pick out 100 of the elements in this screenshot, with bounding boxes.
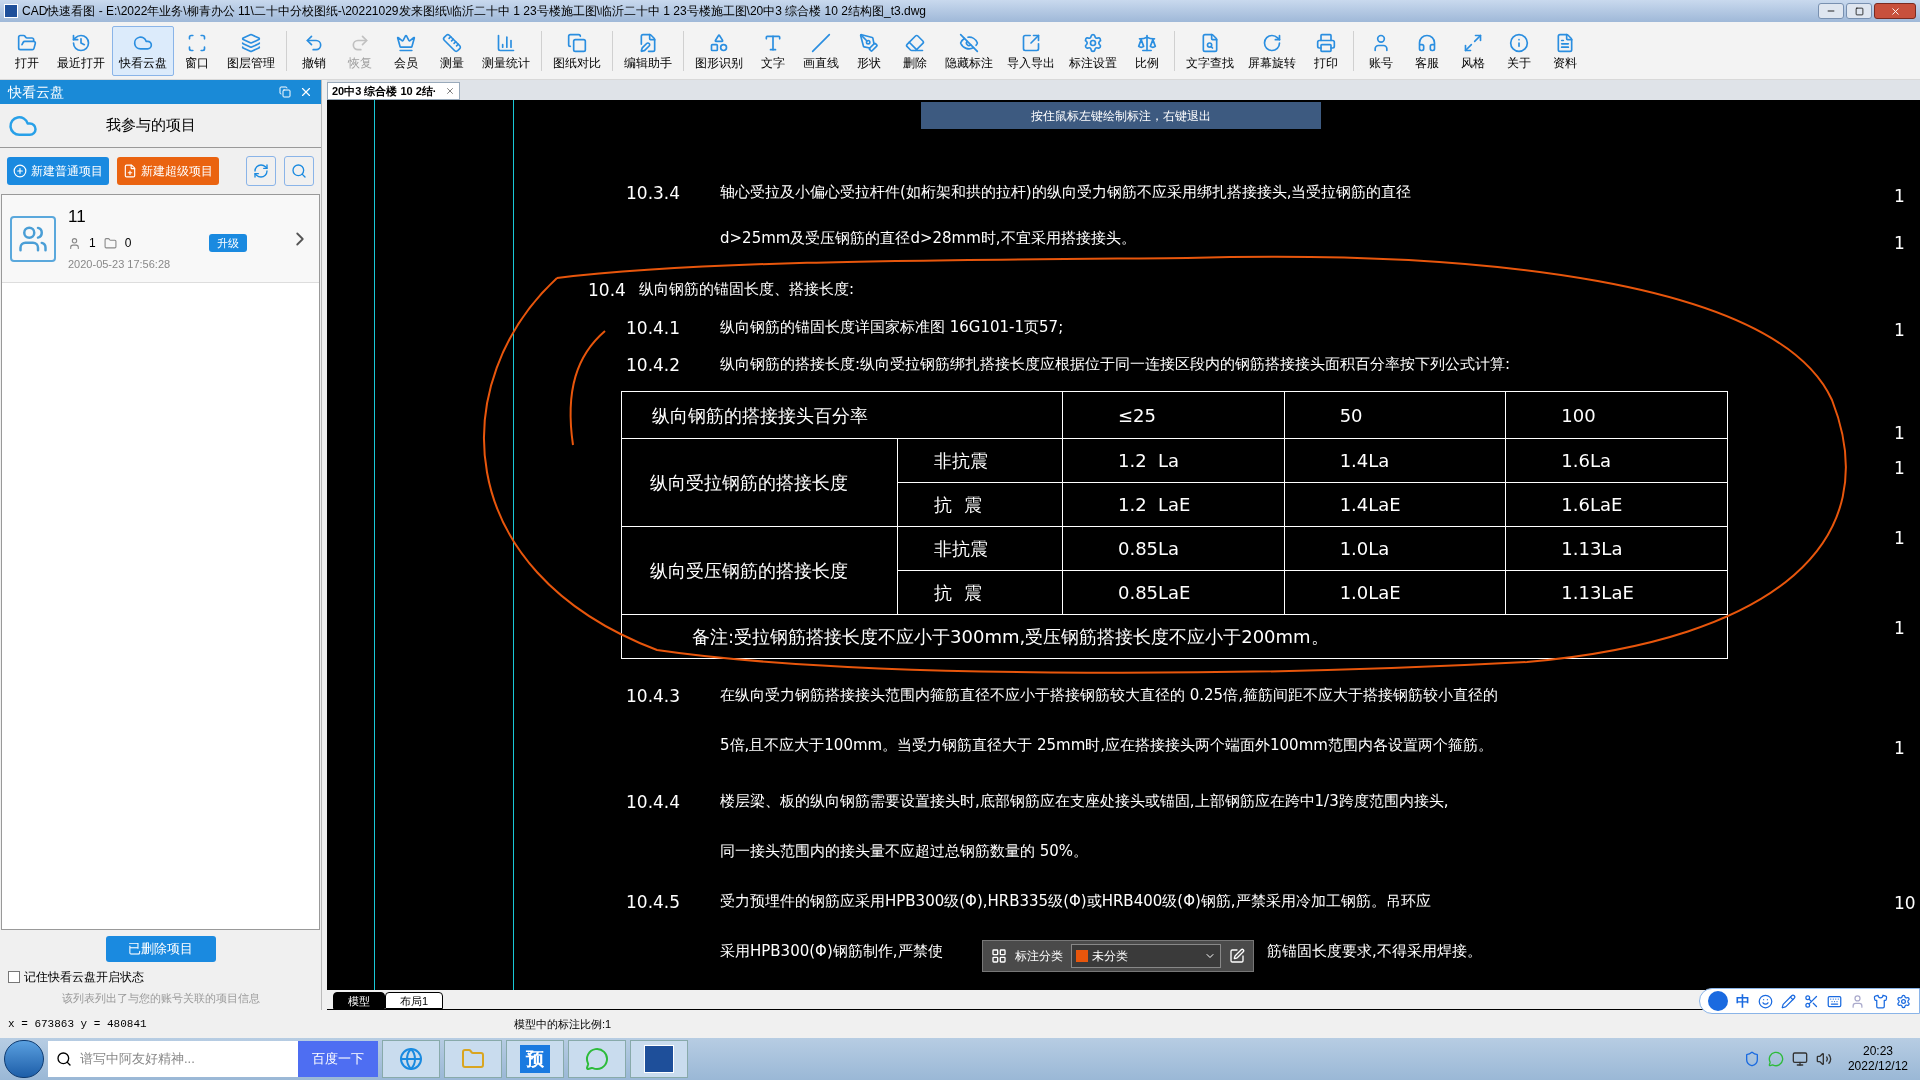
grid-icon[interactable] [991,948,1007,964]
search-submit-button[interactable]: 百度一下 [298,1041,378,1077]
keyboard-icon[interactable] [1827,993,1842,1009]
search-button[interactable] [284,156,314,186]
emoji-icon[interactable] [1758,993,1773,1009]
table-cell: 1.0La [1284,526,1506,571]
toolbar-button[interactable]: 形状 [846,25,892,76]
layout-tab[interactable]: 布局1 [385,992,444,1009]
eraser-icon [905,32,925,53]
info-icon [1509,32,1529,53]
clipped-text: 1 [1894,188,1905,205]
clause-text: 纵向钢筋的搭接长度:纵向受拉钢筋绑扎搭接长度应根据位于同一连接区段内的钢筋搭接接头面积百分率按下列公式计算: [720,357,1511,372]
sync-button[interactable] [246,156,276,186]
scale-icon [1137,32,1157,53]
toolbar-button[interactable]: 快看云盘 [112,25,174,76]
document-tab[interactable]: 20中3 综合楼 10 2结· [327,82,460,100]
toolbar-button[interactable]: 删除 [892,25,938,76]
member-count: 1 [89,235,96,252]
network-icon[interactable] [1791,1051,1808,1067]
browser-app-icon[interactable] [382,1040,440,1078]
toolbar-button[interactable]: 撤销 [291,25,337,76]
toolbar-button[interactable]: 导入导出 [1000,25,1062,76]
line-icon [811,32,831,53]
clipped-text: 1 [1894,740,1905,757]
deleted-projects-button[interactable]: 已删除项目 [105,935,216,962]
sync-icon [253,163,269,179]
rotate-icon [1262,32,1282,53]
toolbar-button[interactable]: 打印 [1303,25,1349,76]
toolbar-button[interactable]: 图层管理 [220,25,282,76]
close-button[interactable] [1874,3,1916,19]
ime-logo-icon[interactable] [1708,991,1728,1011]
table-cell: 备注:受拉钢筋搭接长度不应小于300mm,受压钢筋搭接长度不应小于200mm。 [621,614,1728,659]
toolbar-button[interactable]: 账号 [1358,25,1404,76]
clause-text: 轴心受拉及小偏心受拉杆件(如桁架和拱的拉杆)的纵向受力钢筋不应采用绑扎搭接接头,当受拉钢筋的直径 [720,185,1412,200]
input-mode[interactable]: 中 [1736,990,1750,1012]
toolbar-button[interactable]: 关于 [1496,25,1542,76]
table-cell: 纵向受压钢筋的搭接长度 [621,526,898,615]
cursor-coordinates: x = 673863 y = 480841 [7,1016,148,1032]
search-field[interactable]: 谱写中阿友好精神... [48,1041,298,1077]
edit-icon[interactable] [1229,948,1245,964]
shield-icon[interactable] [1743,1051,1760,1067]
toolbar-button[interactable]: 客服 [1404,25,1450,76]
toolbar-button[interactable]: 窗口 [174,25,220,76]
new-project-button[interactable]: 新建普通项目 [7,157,109,185]
toolbar-button[interactable]: 测量统计 [475,25,537,76]
settings-icon[interactable] [1896,993,1911,1009]
panel-title: 快看云盘 [8,82,64,102]
table-cell: 1.4La [1284,438,1506,483]
restore-button[interactable] [1846,3,1872,19]
checkbox-label: 记住快看云盘开启状态 [24,968,144,986]
layout-tab[interactable]: 模型 [333,992,385,1009]
project-card[interactable]: 11 1 0 升级 2020-05-23 17:56:28 [2,195,319,283]
maximize-icon [1463,32,1483,53]
pencil-icon[interactable] [1781,993,1796,1009]
clock[interactable]: 20:23 2022/12/12 [1847,1044,1908,1074]
toolbar-button[interactable]: 会员 [383,25,429,76]
toolbar-button[interactable]: 文字 [750,25,796,76]
start-button[interactable] [4,1040,44,1078]
minimize-button[interactable] [1818,3,1844,19]
toolbar-button[interactable]: 文字查找 [1179,25,1241,76]
table-cell: 1.6La [1505,438,1728,483]
toolbar-button[interactable]: 测量 [429,25,475,76]
close-icon[interactable] [299,85,313,99]
printer-icon [1316,32,1336,53]
toolbar-button[interactable]: 图纸对比 [546,25,608,76]
restore-icon[interactable] [279,86,291,98]
clause-number: 10.4.3 [626,688,681,705]
plus-icon [13,164,27,178]
toolbar-button[interactable]: 屏幕旋转 [1241,25,1303,76]
toolbar-button[interactable]: 编辑助手 [617,25,679,76]
toolbar-button[interactable]: 资料 [1542,25,1588,76]
table-cell: 100 [1505,391,1728,439]
file-plus-icon [123,164,137,178]
shirt-icon[interactable] [1873,993,1888,1009]
drawing-hint: 按住鼠标左键绘制标注，右键退出 [921,102,1321,129]
volume-icon[interactable] [1815,1051,1832,1067]
checkbox[interactable] [8,970,20,983]
cad-app-icon[interactable] [630,1040,688,1078]
category-label: 标注分类 [1015,948,1063,965]
member-icon [68,236,81,250]
category-dropdown[interactable]: 未分类 [1071,944,1221,968]
clause-text: 受力预埋件的钢筋应采用HPB300级(Φ),HRB335级(Φ)或HRB400级(Φ)钢筋,严禁采用冷加工钢筋。吊环应 [720,894,1431,909]
toolbar-button[interactable]: 风格 [1450,25,1496,76]
headphones-icon [1417,32,1437,53]
close-icon[interactable] [444,86,455,96]
toolbar-button[interactable]: 最近打开 [50,25,112,76]
toolbar-button[interactable]: 画直线 [796,25,846,76]
toolbar-button[interactable]: 图形识别 [688,25,750,76]
folder-icon [17,32,37,53]
taskbar-app[interactable]: 预 [506,1040,564,1078]
file-count: 0 [124,235,132,252]
scissors-icon[interactable] [1804,993,1819,1009]
toolbar-button[interactable]: 隐藏标注 [938,25,1000,76]
toolbar-button[interactable]: 打开 [4,25,50,76]
toolbar-button[interactable]: 比例 [1124,25,1170,76]
group-avatar-icon [10,215,56,262]
document-icon [1555,32,1575,53]
clipped-text: 1 [1894,460,1905,477]
toolbar-button[interactable]: 标注设置 [1062,25,1124,76]
upgrade-badge[interactable]: 升级 [209,233,248,253]
